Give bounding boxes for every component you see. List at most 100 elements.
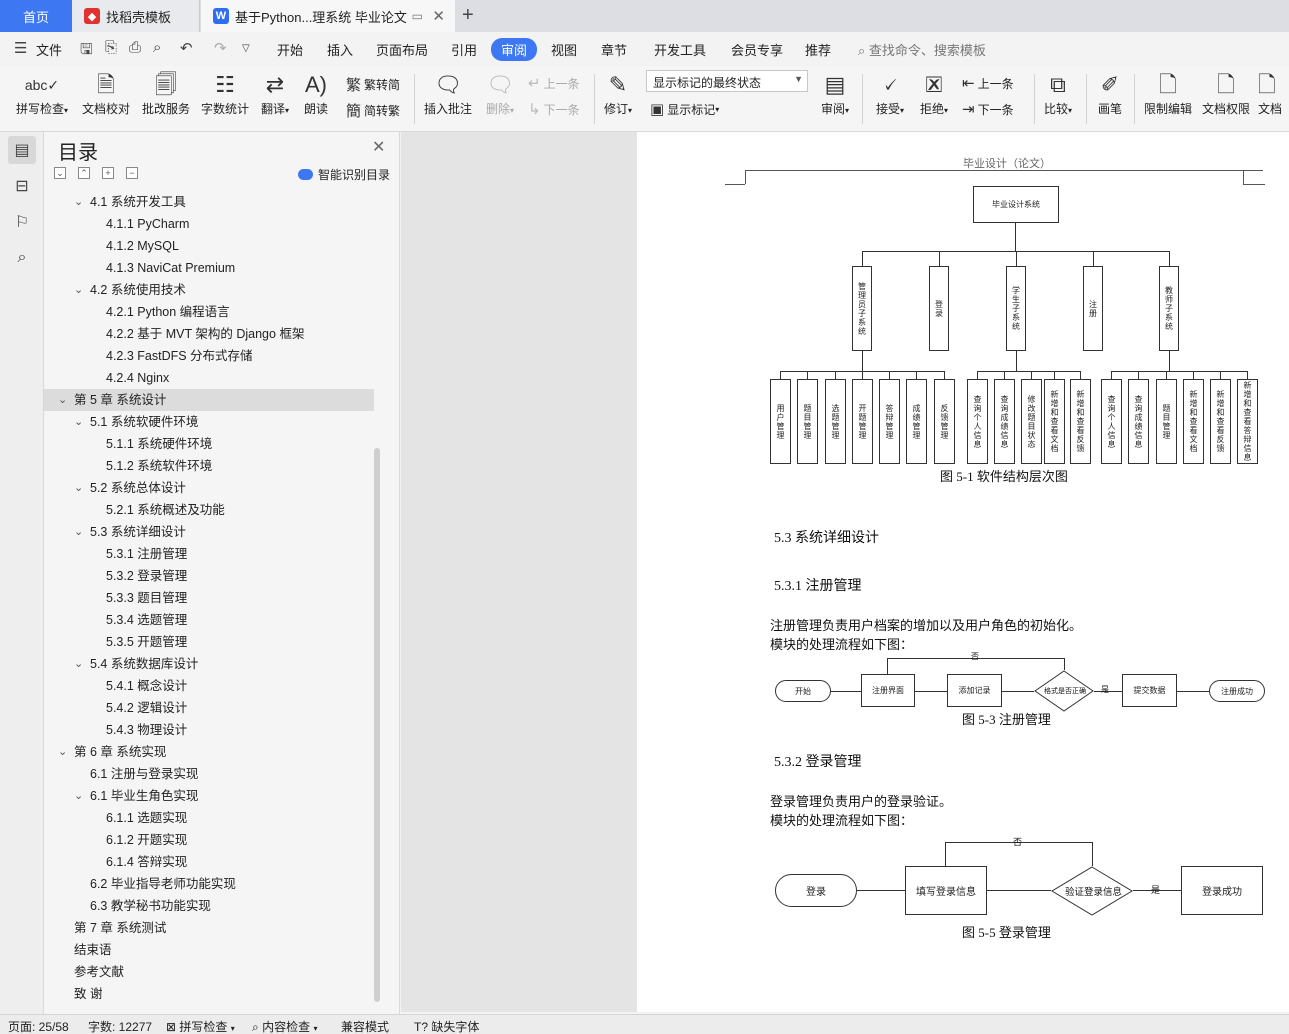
toc-item[interactable]: 6.3 教学秘书功能实现 [44, 895, 384, 917]
add-heading-icon[interactable]: + [102, 167, 114, 179]
bookmark-icon[interactable]: ⚐ [8, 208, 36, 236]
read-aloud-button[interactable]: A) 朗读 [302, 70, 330, 117]
tab-document[interactable]: W 基于Python...理系统 毕业论文 ▭ ✕ [201, 0, 455, 32]
word-count-indicator[interactable]: 字数: 12277 [88, 1018, 152, 1034]
menu-devtools[interactable]: 开发工具 [654, 40, 706, 59]
toc-item[interactable]: 6.1 注册与登录实现 [44, 763, 384, 785]
simp-to-trad-button[interactable]: 簡简转繁 [346, 100, 400, 121]
tab-home[interactable]: 首页 [0, 0, 72, 32]
toc-item[interactable]: ⌄ 6.1 毕业生角色实现 [44, 785, 384, 807]
chevron-down-icon[interactable]: ⌄ [74, 477, 83, 499]
chevron-down-icon[interactable]: ⌄ [74, 411, 83, 433]
toc-item[interactable]: 5.3.5 开题管理 [44, 631, 384, 653]
doc-extra-button[interactable]: 🗋 文档 [1258, 70, 1289, 117]
menu-file[interactable]: 文件 [36, 40, 62, 59]
toc-item[interactable]: 6.1.2 开题实现 [44, 829, 384, 851]
menu-references[interactable]: 引用 [451, 40, 477, 59]
chevron-down-icon[interactable]: ⌄ [74, 191, 83, 213]
monitor-icon[interactable]: ▭ [412, 9, 423, 23]
expand-all-icon[interactable]: ⌄ [54, 167, 66, 179]
translate-button[interactable]: ⇄ 翻译▾ [257, 70, 293, 117]
toc-item[interactable]: ⌄ 5.3 系统详细设计 [44, 521, 384, 543]
doc-permission-button[interactable]: 🗋 文档权限 [1200, 70, 1252, 117]
toc-item[interactable]: ⌄ 5.4 系统数据库设计 [44, 653, 384, 675]
spell-check-status[interactable]: ⊠ 拼写检查 ▾ [166, 1018, 235, 1034]
toc-item[interactable]: 参考文献 [44, 961, 384, 983]
delete-comment-button[interactable]: 🗨 删除▾ [482, 70, 518, 117]
menu-view[interactable]: 视图 [551, 40, 577, 59]
compat-mode-status[interactable]: 兼容模式 [341, 1018, 389, 1034]
toc-item[interactable]: 5.2.1 系统概述及功能 [44, 499, 384, 521]
toc-item[interactable]: 4.2.1 Python 编程语言 [44, 301, 384, 323]
toc-item[interactable]: 4.1.1 PyCharm [44, 213, 384, 235]
print-icon[interactable]: ⎙ [129, 39, 141, 56]
missing-font-status[interactable]: T? 缺失字体 [414, 1018, 479, 1034]
menu-member[interactable]: 会员专享 [731, 40, 783, 59]
toc-scrollbar[interactable] [374, 448, 380, 1002]
chevron-down-icon[interactable]: ⌄ [58, 389, 67, 411]
collapse-all-icon[interactable]: ⌃ [78, 167, 90, 179]
hamburger-icon[interactable]: ☰ [14, 39, 27, 57]
document-page[interactable]: 毕业设计（论文） 毕业设计系统 管理员子系统 登录 学生子系统 注册 教师子系统 用户管理题… [637, 132, 1289, 1012]
toc-item[interactable]: 5.3.3 题目管理 [44, 587, 384, 609]
review-pane-button[interactable]: ▤ 审阅▾ [816, 70, 854, 117]
toc-item[interactable]: ⌄ 5.2 系统总体设计 [44, 477, 384, 499]
toc-item[interactable]: 4.2.2 基于 MVT 架构的 Django 框架 [44, 323, 384, 345]
toc-item[interactable]: ⌄ 第 6 章 系统实现 [44, 741, 384, 763]
chevron-down-icon[interactable]: ▽ [242, 43, 250, 54]
toc-item[interactable]: 6.2 毕业指导老师功能实现 [44, 873, 384, 895]
reject-button[interactable]: 🗷 拒绝▾ [916, 70, 952, 117]
toc-item[interactable]: 4.1.2 MySQL [44, 235, 384, 257]
spell-check-button[interactable]: abc✓ 拼写检查▾ [12, 70, 72, 117]
toc-item[interactable]: 致 谢 [44, 983, 384, 1005]
toc-panel-icon[interactable]: ▤ [8, 136, 36, 164]
toc-item[interactable]: 4.2.3 FastDFS 分布式存储 [44, 345, 384, 367]
next-change-button[interactable]: ⇥ 下一条 [962, 100, 1014, 118]
toc-item[interactable]: 4.2.4 Nginx [44, 367, 384, 389]
trad-to-simp-button[interactable]: 繁繁转简 [346, 74, 400, 95]
doc-proof-button[interactable]: 🗎 文档校对 [80, 70, 132, 117]
save-icon[interactable]: 🖫 [80, 39, 93, 64]
batch-service-button[interactable]: 🗐 批改服务 [140, 70, 192, 117]
menu-start[interactable]: 开始 [277, 40, 303, 59]
toc-item[interactable]: 5.3.1 注册管理 [44, 543, 384, 565]
chevron-down-icon[interactable]: ⌄ [74, 653, 83, 675]
prev-comment-button[interactable]: ↵ 上一条 [528, 74, 580, 92]
toc-item[interactable]: 5.1.2 系统软件环境 [44, 455, 384, 477]
toc-item[interactable]: ⌄ 第 5 章 系统设计 [44, 389, 374, 411]
markup-state-select[interactable]: 显示标记的最终状态 ▼ [646, 70, 808, 92]
search-icon[interactable]: ⌕ [8, 244, 36, 272]
toc-item[interactable]: 6.1.1 选题实现 [44, 807, 384, 829]
chevron-down-icon[interactable]: ⌄ [58, 741, 67, 763]
menu-layout[interactable]: 页面布局 [376, 40, 428, 59]
smart-toc-button[interactable]: 智能识别目录 [298, 166, 390, 183]
accept-button[interactable]: 🗸 接受▾ [872, 70, 908, 117]
content-check-status[interactable]: ⌕ 内容检查 ▾ [252, 1018, 317, 1034]
page-indicator[interactable]: 页面: 25/58 [8, 1018, 69, 1034]
remove-heading-icon[interactable]: − [126, 167, 138, 179]
menu-insert[interactable]: 插入 [327, 40, 353, 59]
toc-item[interactable]: 结束语 [44, 939, 384, 961]
menu-chapter[interactable]: 章节 [601, 40, 627, 59]
new-tab-icon[interactable]: + [462, 4, 474, 27]
print-preview-icon[interactable]: ⌕ [153, 39, 161, 56]
compare-button[interactable]: ⧉ 比较▾ [1040, 70, 1076, 117]
toc-item[interactable]: 4.1.3 NaviCat Premium [44, 257, 384, 279]
toc-item[interactable]: 5.3.4 选题管理 [44, 609, 384, 631]
prev-change-button[interactable]: ⇤ 上一条 [962, 74, 1014, 92]
close-icon[interactable]: ✕ [372, 137, 385, 157]
toc-item[interactable]: 5.3.2 登录管理 [44, 565, 384, 587]
pen-button[interactable]: ✐ 画笔 [1094, 70, 1126, 117]
show-markup-button[interactable]: ▣ 显示标记 ▾ [650, 100, 719, 118]
track-changes-button[interactable]: ✎ 修订▾ [600, 70, 636, 117]
word-count-button[interactable]: ☷ 字数统计 [199, 70, 251, 117]
chevron-down-icon[interactable]: ⌄ [74, 521, 83, 543]
toc-item[interactable]: 5.1.1 系统硬件环境 [44, 433, 384, 455]
toc-item[interactable]: 5.4.2 逻辑设计 [44, 697, 384, 719]
chevron-down-icon[interactable]: ⌄ [74, 785, 83, 807]
close-tab-icon[interactable]: ✕ [432, 7, 445, 25]
next-comment-button[interactable]: ↳ 下一条 [528, 100, 580, 118]
toc-item[interactable]: 5.4.1 概念设计 [44, 675, 384, 697]
chevron-down-icon[interactable]: ⌄ [74, 279, 83, 301]
menu-review[interactable]: 审阅 [491, 38, 538, 61]
